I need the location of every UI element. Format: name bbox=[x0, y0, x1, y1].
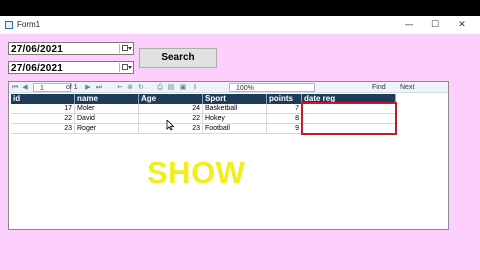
first-page-icon[interactable]: ⏮ bbox=[11, 83, 19, 92]
column-header-points: points bbox=[267, 94, 302, 104]
column-header-name: name bbox=[75, 94, 139, 104]
cursor-icon bbox=[166, 120, 175, 131]
search-button[interactable]: Search bbox=[139, 48, 217, 68]
date-from-value: 27/06/2021 bbox=[11, 44, 64, 55]
cell-points: 8 bbox=[267, 114, 302, 124]
chevron-down-icon bbox=[128, 47, 132, 50]
cell-sport: Basketball bbox=[203, 104, 267, 114]
export-icon[interactable]: ⇩ bbox=[191, 83, 199, 92]
date-to-dropdown[interactable] bbox=[119, 63, 132, 72]
cell-points: 9 bbox=[267, 124, 302, 134]
chevron-down-icon bbox=[128, 66, 132, 69]
find-link[interactable]: Find bbox=[372, 83, 386, 92]
close-icon[interactable]: ✕ bbox=[450, 18, 474, 32]
print-icon[interactable]: ⎙ bbox=[156, 83, 164, 92]
page-count: of 1 bbox=[66, 84, 78, 91]
last-page-icon[interactable]: ⏭ bbox=[95, 83, 103, 92]
date-to-value: 27/06/2021 bbox=[11, 63, 64, 74]
cell-id: 22 bbox=[11, 114, 75, 124]
stop-icon[interactable]: ⊗ bbox=[126, 83, 134, 92]
window-title: Form1 bbox=[17, 20, 41, 29]
show-overlay-text: SHOW bbox=[147, 155, 246, 190]
highlight-box bbox=[301, 102, 397, 135]
date-to-picker[interactable]: 27/06/2021 bbox=[8, 61, 134, 74]
cell-name: Roger bbox=[75, 124, 139, 134]
minimize-icon[interactable]: — bbox=[397, 18, 421, 32]
cell-name: David bbox=[75, 114, 139, 124]
zoom-select[interactable]: 100% bbox=[229, 83, 315, 92]
cell-sport: Football bbox=[203, 124, 267, 134]
cell-id: 17 bbox=[11, 104, 75, 114]
title-bar: Form1 — ☐ ✕ bbox=[0, 16, 480, 34]
column-header-age: Age bbox=[139, 94, 203, 104]
maximize-icon[interactable]: ☐ bbox=[423, 18, 447, 32]
cell-sport: Hokey bbox=[203, 114, 267, 124]
refresh-icon[interactable]: ↻ bbox=[137, 83, 145, 92]
cell-points: 7 bbox=[267, 104, 302, 114]
cell-age: 24 bbox=[139, 104, 203, 114]
column-header-sport: Sport bbox=[203, 94, 267, 104]
page-setup-icon[interactable]: ▣ bbox=[179, 83, 187, 92]
previous-page-icon[interactable]: ◀ bbox=[21, 83, 29, 92]
cell-id: 23 bbox=[11, 124, 75, 134]
column-header-id: id bbox=[11, 94, 75, 104]
app-icon bbox=[5, 21, 13, 29]
report-toolbar: ⏮ ◀ 1 of 1 ▶ ⏭ ← ⊗ ↻ ⎙ ▤ ▣ ⇩ 100% Find N… bbox=[9, 82, 448, 93]
cell-name: Moler bbox=[75, 104, 139, 114]
date-from-picker[interactable]: 27/06/2021 bbox=[8, 42, 134, 55]
date-from-dropdown[interactable] bbox=[119, 44, 132, 53]
next-page-icon[interactable]: ▶ bbox=[84, 83, 92, 92]
print-layout-icon[interactable]: ▤ bbox=[167, 83, 175, 92]
next-link[interactable]: Next bbox=[400, 83, 414, 92]
back-icon[interactable]: ← bbox=[116, 83, 124, 92]
